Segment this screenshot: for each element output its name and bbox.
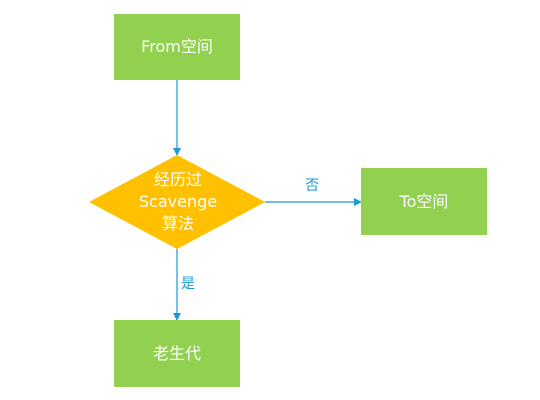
decision-label-line-1: 经历过	[153, 170, 202, 189]
old-generation-node: 老生代	[114, 320, 240, 387]
from-space-node: From空间	[114, 14, 240, 80]
edge-label-yes: 是	[181, 276, 195, 292]
from-space-label: From空间	[141, 37, 213, 56]
decision-label-line-3: 算法	[161, 214, 194, 233]
to-space-node: To空间	[361, 168, 487, 235]
decision-label-line-2: Scavenge	[138, 192, 218, 211]
edge-label-no: 否	[305, 178, 319, 194]
old-generation-label: 老生代	[152, 343, 201, 363]
to-space-label: To空间	[399, 191, 449, 211]
decision-label: 经历过 Scavenge 算法	[118, 168, 238, 236]
flowchart: From空间 经历过 Scavenge 算法 To空间 老生代 否 是	[0, 0, 540, 400]
